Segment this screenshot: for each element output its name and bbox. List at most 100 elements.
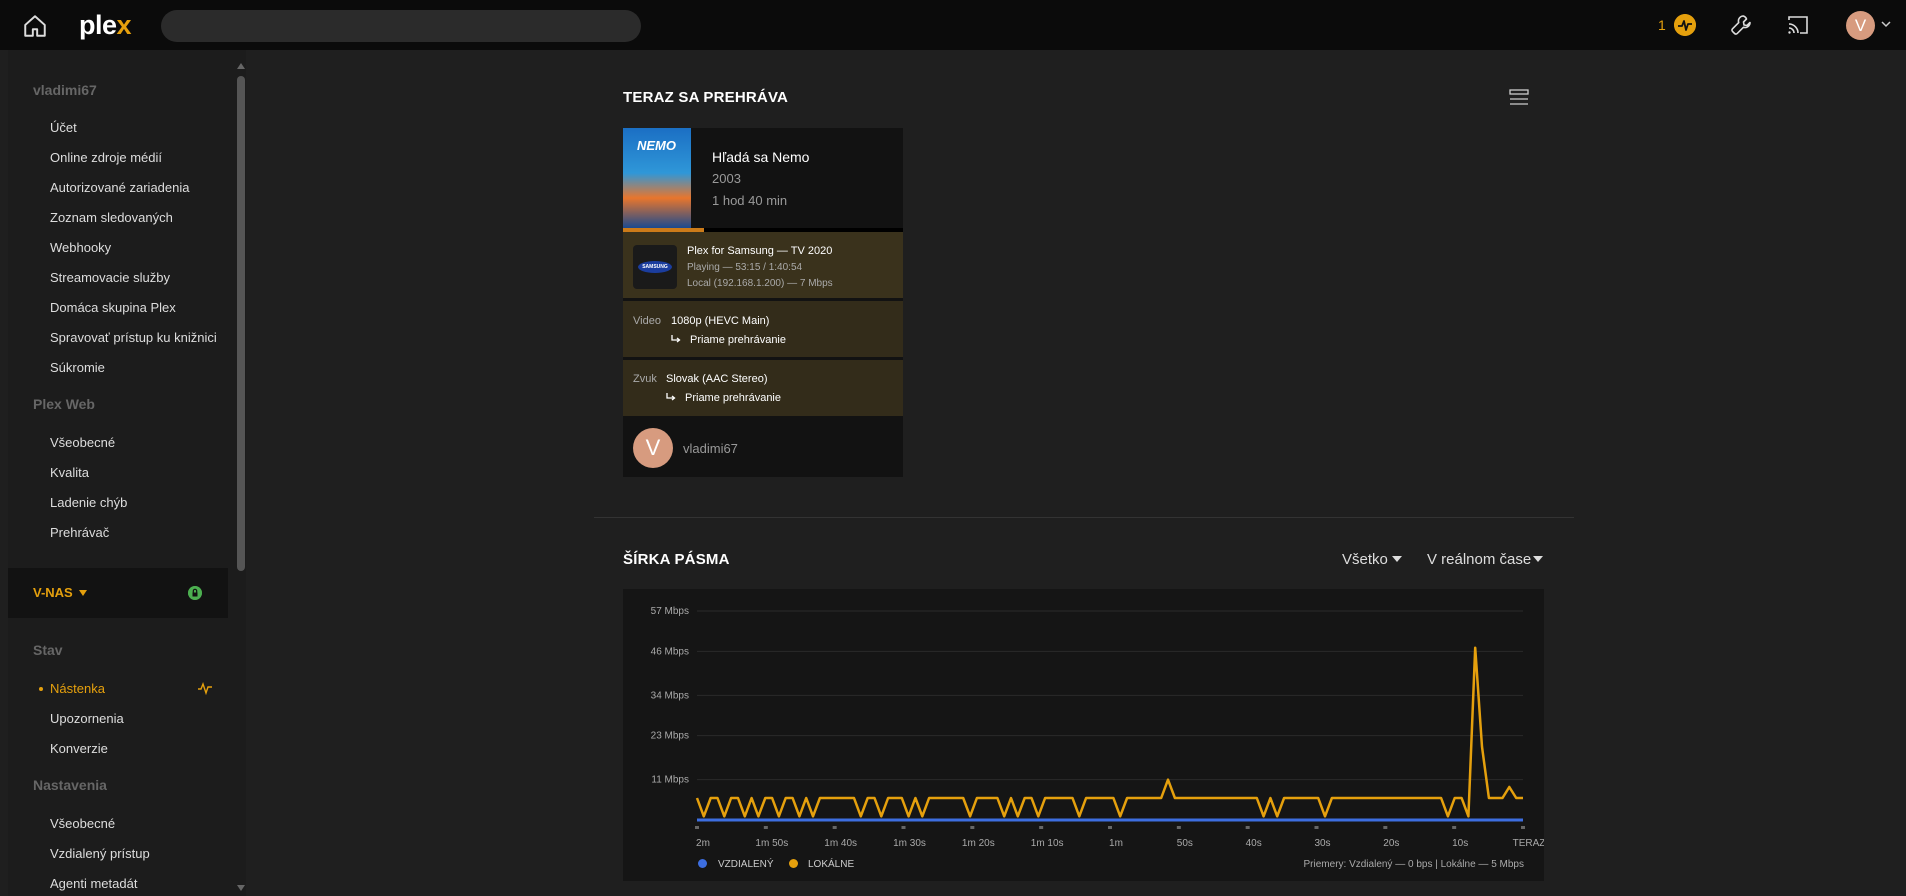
scroll-up-arrow-icon[interactable] [236,62,246,70]
y-tick-label: 23 Mbps [651,731,689,742]
x-tick-mark [1521,826,1525,829]
top-bar: plex 1 V [0,0,1906,50]
x-tick-mark [1383,826,1388,829]
sidebar-item-conversions[interactable]: Konverzie [50,741,108,756]
samsung-logo-icon: SAMSUNG [633,245,677,289]
sidebar-section-plex-web: Plex Web [33,396,95,412]
x-tick-mark [1452,826,1457,829]
bandwidth-chart: 57 Mbps 46 Mbps 34 Mbps 23 Mbps 11 Mbps 2m 1m … [651,606,1544,849]
legend-local-dot [789,859,798,868]
video-label: Video [633,315,661,327]
movie-year: 2003 [712,171,741,186]
lock-icon [188,586,202,600]
user-avatar[interactable]: V [1846,11,1875,40]
sidebar-item-remote-access[interactable]: Vzdialený prístup [50,846,150,861]
player-name: Plex for Samsung — TV 2020 [687,245,833,257]
scroll-down-arrow-icon[interactable] [236,884,246,892]
sidebar-section-settings: Nastavenia [33,777,107,793]
movie-duration: 1 hod 40 min [712,193,788,208]
x-tick-label: 40s [1246,838,1262,849]
sidebar-item-webhooks[interactable]: Webhooky [50,240,111,255]
bandwidth-filter-dropdown[interactable]: Všetko [1342,551,1388,568]
x-tick-label: 1m 30s [893,838,926,849]
sidebar-item-devices[interactable]: Autorizované zariadenia [50,180,189,195]
sidebar-item-home[interactable]: Domáca skupina Plex [50,300,176,315]
sidebar-item-quality[interactable]: Kvalita [50,465,89,480]
caret-down-icon[interactable] [1533,556,1543,562]
x-tick-label: 30s [1314,838,1330,849]
sidebar-item-account[interactable]: Účet [50,120,77,135]
sidebar-item-debug[interactable]: Ladenie chýb [50,495,127,510]
x-tick-mark [832,826,837,829]
sidebar-item-online-media[interactable]: Online zdroje médií [50,150,162,165]
x-tick-label: 1m 50s [755,838,788,849]
sidebar-item-streaming[interactable]: Streamovacie služby [50,270,170,285]
settings-wrench-icon[interactable] [1729,13,1753,37]
audio-stream-box [623,360,903,416]
x-tick-mark [1039,826,1044,829]
x-tick-mark [695,826,699,829]
x-tick-label: 2m [696,838,710,849]
x-tick-mark [1176,826,1181,829]
cast-icon[interactable] [1786,14,1810,36]
x-tick-mark [763,826,768,829]
x-tick-mark [1314,826,1319,829]
x-tick-label: 10s [1452,838,1468,849]
bandwidth-averages: Priemery: Vzdialený — 0 bps | Lokálne — … [1303,859,1524,870]
activity-icon[interactable] [1674,14,1696,36]
sidebar-section-status: Stav [33,642,63,658]
player-state: Playing — 53:15 / 1:40:54 [687,262,803,273]
sidebar-item-metadata-agents[interactable]: Agenti metadát [50,876,137,891]
sidebar-item-watchlist[interactable]: Zoznam sledovaných [50,210,173,225]
caret-down-icon[interactable] [1392,556,1402,562]
samsung-logo-text: SAMSUNG [638,261,672,273]
x-tick-label: 1m 20s [962,838,995,849]
y-tick-label: 11 Mbps [651,775,689,786]
legend-remote-label: VZDIALENÝ [718,859,774,870]
legend-local-label: LOKÁLNE [808,859,855,870]
search-input[interactable] [161,10,641,42]
sidebar-item-privacy[interactable]: Súkromie [50,360,105,375]
activity-count: 1 [1658,17,1666,33]
movie-title[interactable]: Hľadá sa Nemo [712,149,809,165]
video-stream-box [623,301,903,357]
list-view-icon[interactable] [1509,89,1529,107]
server-name[interactable]: V-NAS [33,585,73,600]
y-tick-label: 57 Mbps [651,606,689,617]
active-indicator [39,687,43,691]
sidebar-item-library-access[interactable]: Spravovať prístup ku knižnici [50,330,217,345]
audio-value: Slovak (AAC Stereo) [666,373,768,385]
section-divider [594,517,1574,518]
bandwidth-heading: ŠÍRKA PÁSMA [623,551,730,568]
audio-label: Zvuk [633,373,657,385]
x-tick-label: TERAZ [1513,838,1544,849]
video-value: 1080p (HEVC Main) [671,315,770,327]
sidebar-item-settings-general[interactable]: Všeobecné [50,816,115,831]
viewer-name[interactable]: vladimi67 [683,441,738,456]
sidebar-scrollbar[interactable] [237,76,245,571]
sidebar-item-player[interactable]: Prehrávač [50,525,109,540]
audio-mode: Priame prehrávanie [685,392,781,404]
x-tick-label: 20s [1383,838,1399,849]
now-playing-heading: TERAZ SA PREHRÁVA [623,89,789,106]
direct-play-arrow-icon [671,335,681,343]
x-tick-mark [1108,826,1112,829]
poster-title: NEMO [637,138,676,153]
chevron-down-icon[interactable] [1880,19,1892,29]
sidebar-item-web-general[interactable]: Všeobecné [50,435,115,450]
series-local-line [695,646,1523,818]
x-tick-mark [970,826,975,829]
sidebar-item-dashboard[interactable]: Nástenka [50,681,105,696]
sidebar-item-alerts[interactable]: Upozornenia [50,711,124,726]
y-tick-label: 34 Mbps [651,690,689,701]
plex-logo[interactable]: plex [79,10,132,41]
pulse-icon [198,681,212,695]
x-tick-mark [1245,826,1250,829]
home-icon[interactable] [22,13,48,39]
video-mode: Priame prehrávanie [690,334,786,346]
bandwidth-range-dropdown[interactable]: V reálnom čase [1427,551,1531,568]
viewer-avatar[interactable]: V [633,428,673,468]
sidebar-section-account: vladimi67 [33,82,97,98]
caret-down-icon[interactable] [79,590,87,596]
player-location: Local (192.168.1.200) — 7 Mbps [687,278,833,289]
